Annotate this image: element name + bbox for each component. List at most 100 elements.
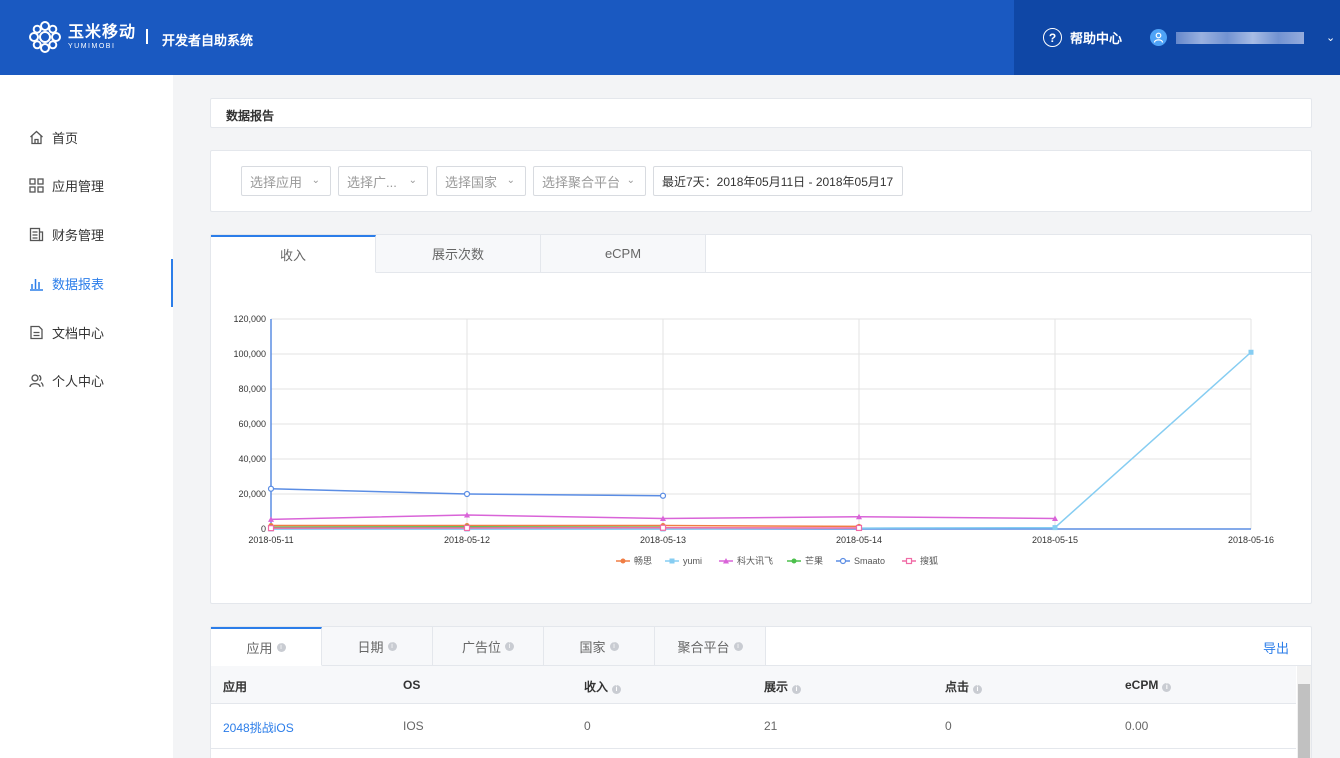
data-point xyxy=(659,524,667,531)
info-icon: i xyxy=(792,685,802,694)
system-title: 开发者自助系统 xyxy=(162,33,254,48)
sidebar-item-finance[interactable]: 财务管理 xyxy=(0,214,173,254)
x-tick-label: 2018-05-15 xyxy=(1032,535,1078,545)
user-menu[interactable]: ⌄ xyxy=(1150,29,1335,46)
grid-icon xyxy=(28,177,44,193)
x-tick-label: 2018-05-11 xyxy=(248,535,293,545)
chart-tabs: 收入 展示次数 eCPM xyxy=(211,235,706,273)
column-label: eCPM xyxy=(1125,678,1159,692)
y-tick-label: 60,000 xyxy=(238,419,266,429)
legend-marker xyxy=(839,557,847,565)
info-icon: i xyxy=(612,685,622,694)
ad-slot-select-value: 选择广... xyxy=(347,174,397,190)
column-label: 收入 xyxy=(584,680,609,694)
document-icon xyxy=(28,324,44,340)
sidebar-item-home[interactable]: 首页 xyxy=(0,117,173,157)
tab-revenue[interactable]: 收入 xyxy=(211,235,376,273)
legend-label: 科大讯飞 xyxy=(737,555,773,566)
x-tick-label: 2018-05-16 xyxy=(1228,535,1274,545)
sidebar-item-profile[interactable]: 个人中心 xyxy=(0,360,173,400)
series-line xyxy=(271,524,860,528)
table-row: 2048挑战iOS IOS 0 21 0 0.00 xyxy=(211,704,1296,749)
logo-en-text: YUMIMOBI xyxy=(68,42,116,50)
sidebar-item-label: 个人中心 xyxy=(52,373,105,389)
country-select[interactable]: 选择国家 ⌄ xyxy=(436,166,526,196)
tab-by-app[interactable]: 应用 i xyxy=(211,627,322,666)
x-tick-label: 2018-05-14 xyxy=(836,535,882,545)
table-scrollbar-thumb[interactable] xyxy=(1298,684,1310,758)
sidebar-item-app-management[interactable]: 应用管理 xyxy=(0,165,173,205)
y-tick-label: 0 xyxy=(261,524,266,534)
data-point xyxy=(1248,349,1254,355)
user-name-blurred xyxy=(1176,31,1304,44)
column-header-os[interactable]: OS xyxy=(403,678,420,692)
y-tick-label: 80,000 xyxy=(238,384,266,394)
chevron-down-icon: ⌄ xyxy=(626,175,635,186)
data-point xyxy=(659,492,667,499)
platform-select-value: 选择聚合平台 xyxy=(542,174,621,190)
help-center-link[interactable]: ? 帮助中心 xyxy=(1043,28,1122,47)
table-tabs: 应用 i 日期 i 广告位 i 国家 i 聚合平台 i xyxy=(211,627,766,666)
cell-os: IOS xyxy=(403,719,424,733)
x-tick-label: 2018-05-12 xyxy=(444,535,490,545)
tab-by-ad-slot[interactable]: 广告位 i xyxy=(433,627,544,666)
x-tick-label: 2018-05-13 xyxy=(640,535,686,545)
country-select-value: 选择国家 xyxy=(445,174,498,190)
sidebar: 首页 应用管理 财务管理 数据报表 文档中心 个人中心 xyxy=(0,75,173,758)
cell-app-link[interactable]: 2048挑战iOS xyxy=(223,719,294,736)
app-select[interactable]: 选择应用 ⌄ xyxy=(241,166,331,196)
export-link[interactable]: 导出 xyxy=(1263,638,1289,657)
tab-label: 国家 xyxy=(579,639,606,655)
app-select-value: 选择应用 xyxy=(250,174,303,190)
series-line xyxy=(271,351,1252,530)
filter-bar: 选择应用 ⌄ 选择广... ⌄ 选择国家 ⌄ 选择聚合平台 ⌄ 最近7天：201… xyxy=(210,150,1312,212)
sidebar-item-label: 文档中心 xyxy=(52,325,105,341)
legend-marker xyxy=(791,558,797,564)
tab-by-date[interactable]: 日期 i xyxy=(322,627,433,666)
info-icon: i xyxy=(387,641,397,651)
help-icon: ? xyxy=(1043,28,1062,47)
sidebar-item-label: 应用管理 xyxy=(52,178,105,194)
column-label: 点击 xyxy=(945,680,970,694)
logo-cn-text: 玉米移动 xyxy=(68,23,137,41)
info-icon: i xyxy=(505,641,514,651)
tab-by-platform[interactable]: 聚合平台 i xyxy=(655,627,766,666)
help-label: 帮助中心 xyxy=(1070,31,1123,46)
ledger-icon xyxy=(28,226,44,242)
tab-by-country[interactable]: 国家 i xyxy=(544,627,655,666)
tab-impressions[interactable]: 展示次数 xyxy=(376,235,541,273)
y-tick-label: 100,000 xyxy=(233,349,266,359)
sidebar-item-docs[interactable]: 文档中心 xyxy=(0,312,173,352)
legend-marker xyxy=(905,557,913,565)
user-icon xyxy=(28,372,44,388)
legend-label: Smaato xyxy=(854,556,885,566)
page-title-card: 数据报告 xyxy=(210,98,1312,128)
logo[interactable]: 玉米移动 YUMIMOBI xyxy=(28,20,136,54)
column-header-app[interactable]: 应用 xyxy=(223,678,247,695)
sidebar-item-data-reports[interactable]: 数据报表 xyxy=(0,259,173,307)
data-point xyxy=(267,525,275,532)
chevron-down-icon[interactable]: ⌄ xyxy=(1326,31,1335,44)
ad-slot-select[interactable]: 选择广... ⌄ xyxy=(338,166,428,196)
chevron-down-icon: ⌄ xyxy=(506,175,515,186)
legend-marker xyxy=(620,558,626,564)
legend-label: 芒果 xyxy=(805,555,823,566)
line-chart: 0 20,000 40,000 60,000 80,000 100,000 120,000 2… xyxy=(233,314,1274,566)
info-icon: i xyxy=(276,642,286,652)
date-range-picker[interactable]: 最近7天：2018年05月11日 - 2018年05月17 xyxy=(653,166,903,196)
column-header-ecpm[interactable]: eCPM i xyxy=(1125,678,1172,692)
chart-card: 收入 展示次数 eCPM 0 20,000 40,000 60,000 80,000 10… xyxy=(210,234,1312,604)
cell-impressions: 21 xyxy=(764,719,778,733)
tab-ecpm[interactable]: eCPM xyxy=(541,235,706,273)
platform-select[interactable]: 选择聚合平台 ⌄ xyxy=(533,166,646,196)
data-point xyxy=(1052,525,1058,531)
y-tick-label: 120,000 xyxy=(233,314,266,324)
column-header-impressions[interactable]: 展示 i xyxy=(764,678,802,695)
column-header-clicks[interactable]: 点击 i xyxy=(945,678,983,695)
y-tick-label: 20,000 xyxy=(238,489,266,499)
page-title: 数据报告 xyxy=(226,109,275,123)
user-avatar-icon xyxy=(1150,29,1167,46)
column-header-revenue[interactable]: 收入 i xyxy=(584,678,622,695)
home-icon xyxy=(28,129,44,145)
info-icon: i xyxy=(973,685,983,694)
